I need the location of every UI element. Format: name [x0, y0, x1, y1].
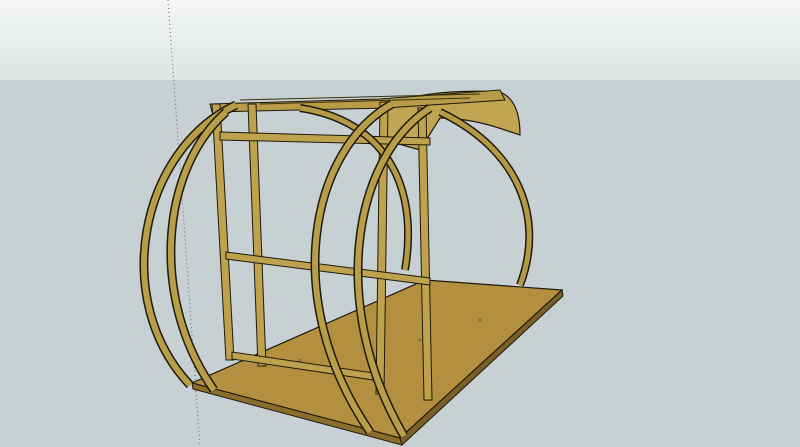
3d-model-scene[interactable]	[0, 0, 800, 447]
modeling-viewport[interactable]	[0, 0, 800, 447]
